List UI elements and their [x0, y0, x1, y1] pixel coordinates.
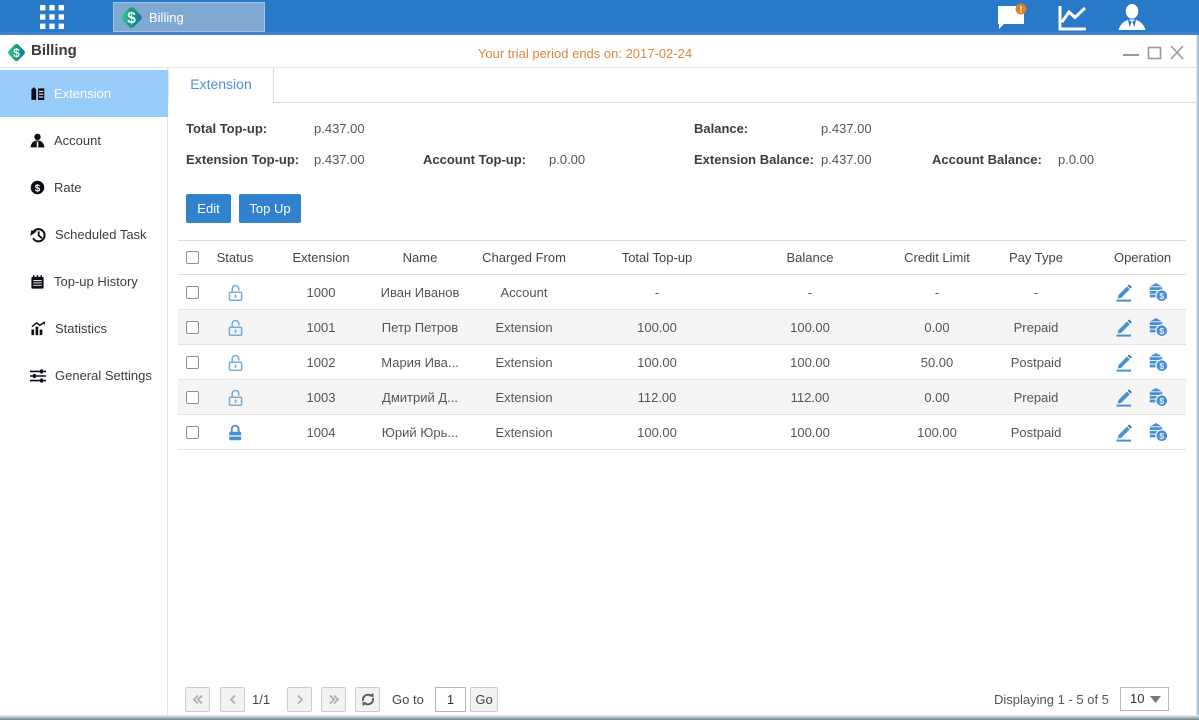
svg-text:$: $ [1159, 325, 1164, 335]
svg-text:$: $ [35, 183, 41, 194]
svg-text:$: $ [1159, 360, 1164, 370]
svg-text:$: $ [127, 10, 136, 27]
svg-text:$: $ [1159, 430, 1164, 440]
svg-text:!: ! [1020, 5, 1023, 15]
svg-text:$: $ [1159, 290, 1164, 300]
svg-text:$: $ [1159, 395, 1164, 405]
